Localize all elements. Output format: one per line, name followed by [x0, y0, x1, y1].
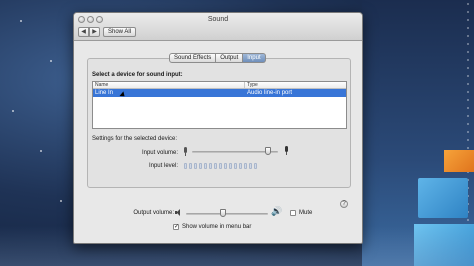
table-header: Name Type: [93, 82, 346, 89]
input-volume-label: Input volume:: [141, 150, 178, 156]
input-level-segment: [199, 163, 202, 169]
select-device-label: Select a device for sound input:: [92, 72, 183, 78]
input-level-segment: [189, 163, 192, 169]
device-name-cell: Line In: [95, 90, 114, 96]
input-level-segment: [224, 163, 227, 169]
tab-sound-effects[interactable]: Sound Effects: [169, 53, 217, 63]
device-type-cell: Audio line-in port: [247, 90, 293, 96]
input-level-segment: [229, 163, 232, 169]
question-icon: ?: [342, 201, 346, 207]
chevron-right-icon: ▶: [92, 29, 97, 35]
help-button[interactable]: ?: [340, 200, 348, 208]
checkmark-icon: ✓: [174, 224, 180, 230]
input-level-segment: [244, 163, 247, 169]
desktop-decoration-orange: [444, 150, 474, 172]
input-level-segment: [209, 163, 212, 169]
microphone-low-icon: [183, 147, 188, 156]
desktop-decoration-blue: [418, 178, 468, 218]
input-level-segment: [184, 163, 187, 169]
output-volume-slider[interactable]: [186, 213, 268, 215]
sound-tabs: Sound Effects Output Input: [169, 53, 266, 63]
chevron-left-icon: ◀: [81, 29, 86, 35]
table-row[interactable]: Line In Audio line-in port: [93, 89, 346, 97]
output-volume-slider-knob[interactable]: [219, 209, 226, 217]
show-volume-label: Show volume in menu bar: [182, 224, 252, 230]
input-level-segment: [249, 163, 252, 169]
input-level-segment: [239, 163, 242, 169]
input-device-table[interactable]: Name Type Line In Audio line-in port: [92, 81, 347, 129]
window-title: Sound: [207, 16, 229, 23]
input-level-label: Input level:: [148, 163, 178, 169]
sound-preferences-window: Sound ◀ ▶ Show All Select a device for s…: [73, 12, 363, 244]
input-level-segment: [219, 163, 222, 169]
tab-input[interactable]: Input: [243, 53, 266, 63]
column-header-type[interactable]: Type: [245, 82, 258, 88]
output-volume-label: Output volume:: [133, 210, 174, 216]
speaker-high-icon: 🔊: [271, 206, 283, 216]
input-level-segment: [234, 163, 237, 169]
show-volume-checkbox[interactable]: ✓: [173, 224, 179, 230]
input-level-meter: [184, 163, 257, 169]
back-button[interactable]: ◀: [78, 27, 89, 37]
forward-button[interactable]: ▶: [89, 27, 100, 37]
input-volume-slider-knob[interactable]: [264, 147, 271, 155]
input-level-segment: [194, 163, 197, 169]
column-header-name[interactable]: Name: [93, 82, 245, 88]
input-level-segment: [214, 163, 217, 169]
input-level-segment: [204, 163, 207, 169]
microphone-high-icon: [284, 146, 289, 155]
tab-output[interactable]: Output: [216, 53, 244, 63]
settings-for-device-label: Settings for the selected device:: [92, 136, 178, 142]
mute-checkbox[interactable]: [290, 210, 296, 216]
show-all-button[interactable]: Show All: [103, 27, 137, 37]
window-titlebar: Sound ◀ ▶ Show All: [74, 13, 362, 41]
mute-label: Mute: [299, 210, 313, 216]
speaker-low-icon: [175, 209, 181, 216]
input-level-segment: [254, 163, 257, 169]
input-settings-panel: Select a device for sound input: Name Ty…: [87, 58, 351, 208]
